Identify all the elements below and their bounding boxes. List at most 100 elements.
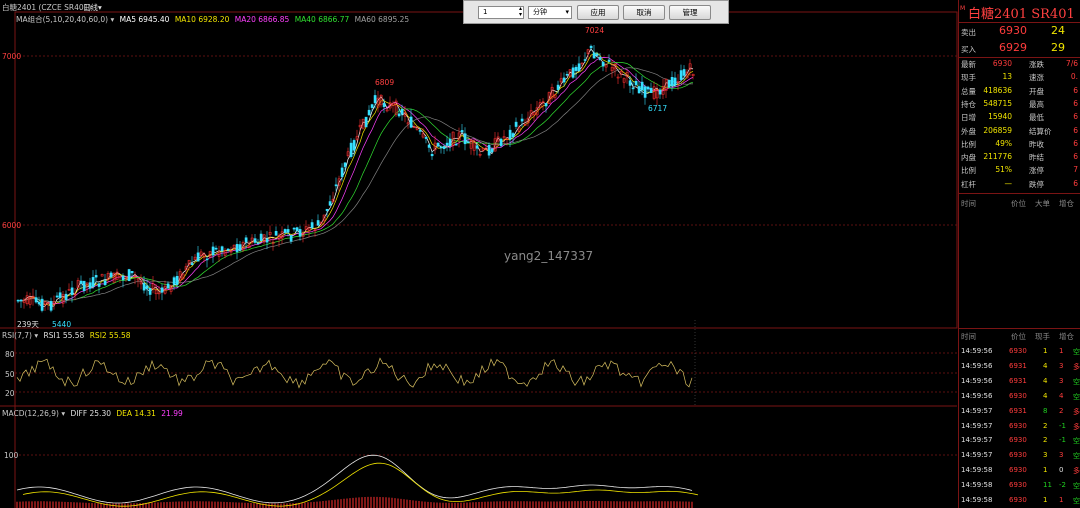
- tick-price: 6930: [1009, 421, 1027, 430]
- ma-legend: MA组合(5,10,20,40,60,0) ▾ MA5 6945.40 MA10…: [16, 14, 409, 25]
- tick-price: 6930: [1009, 347, 1027, 355]
- tick-price: 6930: [1009, 481, 1027, 490]
- ma10-value: MA10 6928.20: [174, 15, 230, 24]
- chevron-down-icon[interactable]: ▾: [110, 15, 114, 24]
- tick-volume: 1: [1043, 496, 1048, 504]
- stat-label: 持仓: [961, 99, 976, 109]
- tick-price: 6931: [1009, 376, 1027, 385]
- tick-change: 4: [1059, 391, 1064, 400]
- tick-direction: 空: [1073, 377, 1080, 386]
- chart-area[interactable]: 白糖2401 (CZCE SR401) 日线▾ MA组合(5,10,20,40,…: [0, 0, 958, 508]
- rsi-tick-50: 50: [5, 370, 15, 379]
- price-tick-6000: 6000: [2, 221, 22, 230]
- kline-chart[interactable]: [0, 0, 958, 508]
- tick-direction: 空: [1073, 497, 1080, 505]
- tick-volume: 4: [1043, 391, 1048, 400]
- tick-time: 14:59:57: [961, 406, 993, 415]
- tick-direction: 空: [1073, 482, 1080, 491]
- low-price-label: 5440: [52, 320, 72, 329]
- stat-value: 7: [1073, 165, 1078, 175]
- tick-change: -2: [1059, 481, 1066, 490]
- dea-value: DEA 14.31: [116, 409, 156, 418]
- stat-value: 0.: [1070, 72, 1078, 82]
- stat-label: 比例: [961, 166, 976, 176]
- tick-price: 6930: [1009, 451, 1027, 460]
- stat-label: 结算价: [1029, 126, 1052, 136]
- chevron-down-icon: ▾: [565, 8, 569, 16]
- tick-volume: 3: [1043, 451, 1048, 460]
- apply-button[interactable]: 应用: [577, 5, 619, 20]
- chevron-down-icon: ▾: [98, 3, 102, 12]
- stat-value: —: [1004, 178, 1013, 188]
- sell-label: 卖出: [961, 28, 976, 37]
- stat-label: 杠杆: [961, 179, 976, 189]
- tick-volume: 11: [1043, 481, 1052, 490]
- tick-time: 14:59:58: [961, 481, 993, 490]
- quote-panel: M 白糖2401 SR401 卖出 6930 24 买入 6929 29 最新 6…: [958, 0, 1080, 508]
- stat-value: 13: [1002, 72, 1012, 82]
- stat-value: 6: [1073, 85, 1078, 95]
- peak-price-label: 6809: [375, 78, 395, 87]
- column-header: 增仓: [1059, 199, 1074, 208]
- tick-volume: 1: [1043, 466, 1048, 475]
- stat-label: 最高: [1029, 99, 1044, 109]
- ma60-value: MA60 6895.25: [354, 15, 410, 24]
- ma40-value: MA40 6866.77: [294, 15, 350, 24]
- column-header: 时间: [961, 199, 976, 208]
- stat-label: 最低: [1029, 113, 1044, 123]
- tick-price: 6930: [1009, 391, 1027, 400]
- tick-change: 1: [1059, 496, 1064, 504]
- stat-value: 6: [1073, 138, 1078, 148]
- tick-time: 14:59:57: [961, 436, 993, 445]
- period-count-stepper[interactable]: 1 ▴ ▾: [478, 6, 524, 19]
- stat-label: 最新: [961, 60, 976, 69]
- ma20-value: MA20 6866.85: [234, 15, 290, 24]
- buy-price[interactable]: 6929: [999, 41, 1027, 54]
- tick-change: -1: [1059, 436, 1066, 445]
- stat-label: 外盘: [961, 126, 976, 136]
- macd-value: 21.99: [161, 409, 183, 418]
- tick-change: 3: [1059, 376, 1064, 385]
- stat-value: 15940: [988, 112, 1012, 122]
- tick-direction: 多: [1073, 422, 1080, 431]
- stat-label: 开盘: [1029, 86, 1044, 96]
- tick-time: 14:59:57: [961, 451, 993, 460]
- manage-button[interactable]: 管理: [669, 5, 711, 20]
- price-tick-7000: 7000: [2, 52, 22, 61]
- period-unit-select[interactable]: 分钟 ▾: [528, 6, 572, 19]
- tick-price: 6931: [1009, 361, 1027, 370]
- period-dropdown[interactable]: 日线▾: [83, 2, 102, 13]
- tick-change: 1: [1059, 347, 1064, 355]
- symbol-title: 白糖2401 (CZCE SR401): [2, 3, 92, 12]
- stepper-arrows-icon[interactable]: ▴ ▾: [519, 6, 522, 18]
- ma-label: MA组合(5,10,20,40,60,0): [16, 15, 109, 24]
- chevron-down-icon[interactable]: ▾: [61, 409, 65, 418]
- panel-marker-icon: M: [960, 5, 966, 12]
- rsi1-value: RSI1 55.58: [43, 331, 85, 340]
- rsi-legend: RSI(7,7) ▾ RSI1 55.58 RSI2 55.58: [2, 331, 131, 340]
- column-header: 价位: [1011, 332, 1026, 341]
- sell-price[interactable]: 6930: [999, 24, 1027, 37]
- macd-label: MACD(12,26,9): [2, 409, 59, 418]
- column-header: 现手: [1035, 332, 1050, 341]
- stat-label: 日增: [961, 113, 976, 123]
- column-header: 大单: [1035, 199, 1050, 208]
- stat-value: 51%: [995, 165, 1012, 175]
- stat-label: 涨停: [1029, 166, 1044, 176]
- tick-time: 14:59:56: [961, 347, 993, 355]
- tick-direction: 空: [1073, 437, 1080, 446]
- tick-direction: 多: [1073, 467, 1080, 476]
- rsi-tick-80: 80: [5, 350, 15, 359]
- buy-label: 买入: [961, 45, 976, 54]
- tick-volume: 8: [1043, 406, 1048, 415]
- tick-change: -1: [1059, 421, 1066, 430]
- buy-volume: 29: [1051, 41, 1065, 54]
- watermark: yang2_147337: [504, 249, 594, 263]
- stat-value: 6: [1073, 112, 1078, 122]
- high-price-label: 7024: [585, 26, 605, 35]
- tick-volume: 4: [1043, 376, 1048, 385]
- tick-time: 14:59:56: [961, 376, 993, 385]
- stat-value: 49%: [995, 138, 1012, 148]
- chevron-down-icon[interactable]: ▾: [34, 331, 38, 340]
- cancel-button[interactable]: 取消: [623, 5, 665, 20]
